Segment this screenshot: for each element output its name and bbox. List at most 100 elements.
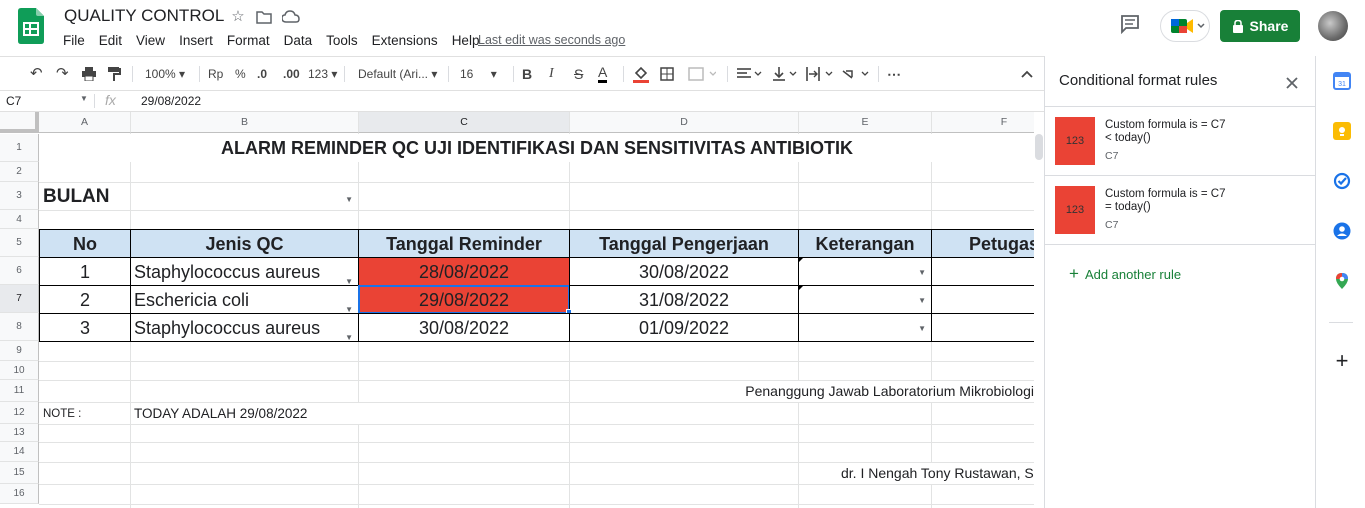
col-header-d[interactable]: D <box>570 112 799 133</box>
dropdown-arrow-icon[interactable]: ▼ <box>918 324 926 333</box>
row-header-12[interactable]: 12 <box>0 402 39 424</box>
borders-icon[interactable] <box>660 65 674 83</box>
calendar-icon[interactable]: 31 <box>1333 72 1351 90</box>
spreadsheet-grid[interactable]: A B C D E F 1 2 3 4 5 6 7 8 9 10 11 12 1… <box>0 112 1034 508</box>
keep-icon[interactable] <box>1333 122 1351 140</box>
header-petugas[interactable]: Petugas <box>931 229 1034 258</box>
menu-file[interactable]: File <box>56 33 92 51</box>
align-vertical-icon[interactable] <box>772 65 800 83</box>
menu-extensions[interactable]: Extensions <box>365 33 445 51</box>
row-header-15[interactable]: 15 <box>0 462 39 484</box>
document-title[interactable]: QUALITY CONTROL <box>64 6 224 26</box>
menu-insert[interactable]: Insert <box>172 33 220 51</box>
table-cell-petugas[interactable] <box>931 257 1034 286</box>
table-cell-reminder-selected[interactable]: 29/08/2022 <box>358 285 570 314</box>
row-header-3[interactable]: 3 <box>0 182 39 210</box>
note-label-cell[interactable]: NOTE : <box>40 403 130 424</box>
col-header-b[interactable]: B <box>131 112 359 133</box>
maps-icon[interactable] <box>1333 272 1351 290</box>
col-header-f[interactable]: F <box>932 112 1034 133</box>
share-button[interactable]: Share <box>1220 10 1300 42</box>
add-addon-icon[interactable]: + <box>1333 350 1351 372</box>
dropdown-arrow-icon[interactable]: ▼ <box>345 324 353 341</box>
table-cell-pengerjaan[interactable]: 01/09/2022 <box>569 313 799 342</box>
dropdown-arrow-icon[interactable]: ▼ <box>918 296 926 305</box>
fill-color-icon[interactable] <box>633 65 649 83</box>
table-cell-jenis[interactable]: Staphylococcus aureus ▼ <box>130 257 359 286</box>
cloud-status-icon[interactable] <box>281 7 301 27</box>
increase-decimal-button[interactable]: .00 <box>283 65 300 83</box>
meet-button[interactable] <box>1160 10 1210 42</box>
menu-data[interactable]: Data <box>277 33 320 51</box>
row-header-6[interactable]: 6 <box>0 257 39 285</box>
row-header-16[interactable]: 16 <box>0 484 39 504</box>
bulan-dropdown-cell[interactable]: ▼ <box>131 183 358 210</box>
last-edit-link[interactable]: Last edit was seconds ago <box>478 33 625 47</box>
row-header-7[interactable]: 7 <box>0 285 39 313</box>
row-header-14[interactable]: 14 <box>0 442 39 462</box>
col-header-e[interactable]: E <box>799 112 932 133</box>
table-cell-petugas[interactable] <box>931 285 1034 314</box>
note-text-cell[interactable]: TODAY ADALAH 29/08/2022 <box>131 403 431 424</box>
penanggung-jawab-cell[interactable]: Penanggung Jawab Laboratorium Mikrobiolo… <box>600 381 1034 402</box>
zoom-select[interactable]: 100% ▾ <box>145 65 185 83</box>
sheets-logo-icon[interactable] <box>18 8 44 44</box>
print-icon[interactable] <box>82 65 96 83</box>
text-wrap-icon[interactable] <box>806 65 836 83</box>
percent-format-button[interactable]: % <box>235 65 246 83</box>
merge-cells-icon[interactable] <box>688 65 717 83</box>
header-no[interactable]: No <box>39 229 131 258</box>
table-cell-reminder[interactable]: 30/08/2022 <box>358 313 570 342</box>
header-tanggal-reminder[interactable]: Tanggal Reminder <box>358 229 570 258</box>
bulan-label-cell[interactable]: BULAN <box>40 183 130 210</box>
dropdown-arrow-icon[interactable]: ▼ <box>345 268 353 285</box>
menu-tools[interactable]: Tools <box>319 33 365 51</box>
row-header-4[interactable]: 4 <box>0 210 39 229</box>
table-cell-jenis[interactable]: Staphylococcus aureus ▼ <box>130 313 359 342</box>
dropdown-arrow-icon[interactable]: ▼ <box>345 296 353 313</box>
move-folder-icon[interactable] <box>254 7 274 27</box>
text-rotation-icon[interactable] <box>842 65 872 83</box>
tasks-icon[interactable] <box>1333 172 1351 190</box>
table-cell-keterangan[interactable]: ▼ <box>798 257 932 286</box>
format-rule-item[interactable]: 123 Custom formula is = C7 = today() C7 <box>1045 176 1316 245</box>
formula-input[interactable]: 29/08/2022 <box>141 94 201 108</box>
paint-format-icon[interactable] <box>107 65 121 83</box>
table-cell-jenis[interactable]: Eschericia coli ▼ <box>130 285 359 314</box>
header-jenis-qc[interactable]: Jenis QC <box>130 229 359 258</box>
signer-cell[interactable]: dr. I Nengah Tony Rustawan, S <box>800 463 1034 484</box>
italic-icon[interactable]: I <box>549 65 554 83</box>
name-box[interactable]: C7 ▼ <box>6 94 88 108</box>
bold-icon[interactable]: B <box>522 65 532 83</box>
table-cell-no[interactable]: 1 <box>39 257 131 286</box>
undo-icon[interactable]: ↶ <box>30 65 43 83</box>
table-cell-reminder[interactable]: 28/08/2022 <box>358 257 570 286</box>
table-cell-keterangan[interactable]: ▼ <box>798 285 932 314</box>
table-cell-no[interactable]: 2 <box>39 285 131 314</box>
dropdown-arrow-icon[interactable]: ▼ <box>345 195 353 204</box>
menu-edit[interactable]: Edit <box>92 33 129 51</box>
row-header-2[interactable]: 2 <box>0 162 39 182</box>
font-size-select[interactable]: 16 ▾ <box>460 65 497 83</box>
comment-history-icon[interactable] <box>1120 14 1142 36</box>
font-select[interactable]: Default (Ari... ▾ <box>358 65 437 83</box>
header-tanggal-pengerjaan[interactable]: Tanggal Pengerjaan <box>569 229 799 258</box>
row-header-1[interactable]: 1 <box>0 134 39 162</box>
dropdown-arrow-icon[interactable]: ▼ <box>918 268 926 277</box>
align-horizontal-icon[interactable] <box>737 65 765 83</box>
sheet-title-cell[interactable]: ALARM REMINDER QC UJI IDENTIFIKASI DAN S… <box>40 134 1034 162</box>
select-all-corner[interactable] <box>0 112 39 133</box>
table-cell-no[interactable]: 3 <box>39 313 131 342</box>
row-header-9[interactable]: 9 <box>0 341 39 361</box>
contacts-icon[interactable] <box>1333 222 1351 240</box>
collapse-toolbar-icon[interactable] <box>1020 65 1034 83</box>
more-formats-select[interactable]: 123 ▾ <box>308 65 337 83</box>
row-header-5[interactable]: 5 <box>0 229 39 257</box>
decrease-decimal-button[interactable]: .0 <box>257 65 267 83</box>
col-header-a[interactable]: A <box>39 112 131 133</box>
col-header-c[interactable]: C <box>359 112 570 133</box>
currency-format-button[interactable]: Rp <box>208 65 223 83</box>
strikethrough-icon[interactable]: S <box>574 65 583 83</box>
close-icon[interactable] <box>1285 70 1299 96</box>
row-header-8[interactable]: 8 <box>0 313 39 341</box>
